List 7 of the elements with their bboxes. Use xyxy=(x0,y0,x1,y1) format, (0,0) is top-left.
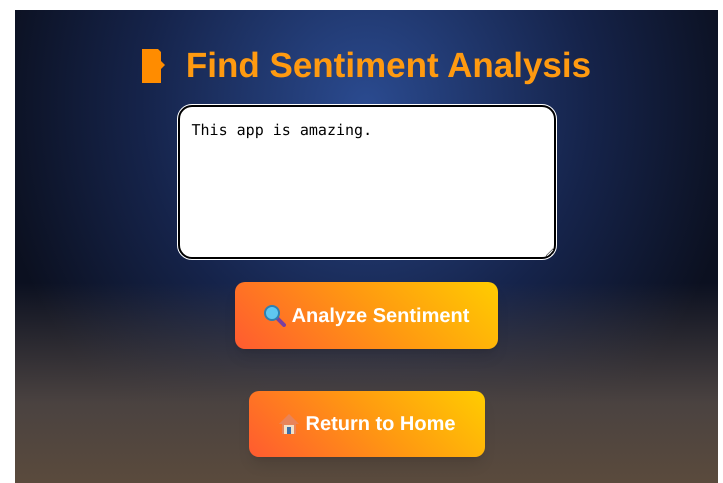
page-title: Find Sentiment Analysis xyxy=(186,48,592,83)
house-icon xyxy=(278,413,300,435)
return-home-button[interactable]: Return to Home xyxy=(248,391,484,457)
analyze-button[interactable]: Analyze Sentiment xyxy=(235,282,498,349)
text-input-field[interactable]: This app is amazing. xyxy=(178,105,556,259)
magnifier-icon xyxy=(264,304,286,326)
document-icon xyxy=(142,48,166,82)
